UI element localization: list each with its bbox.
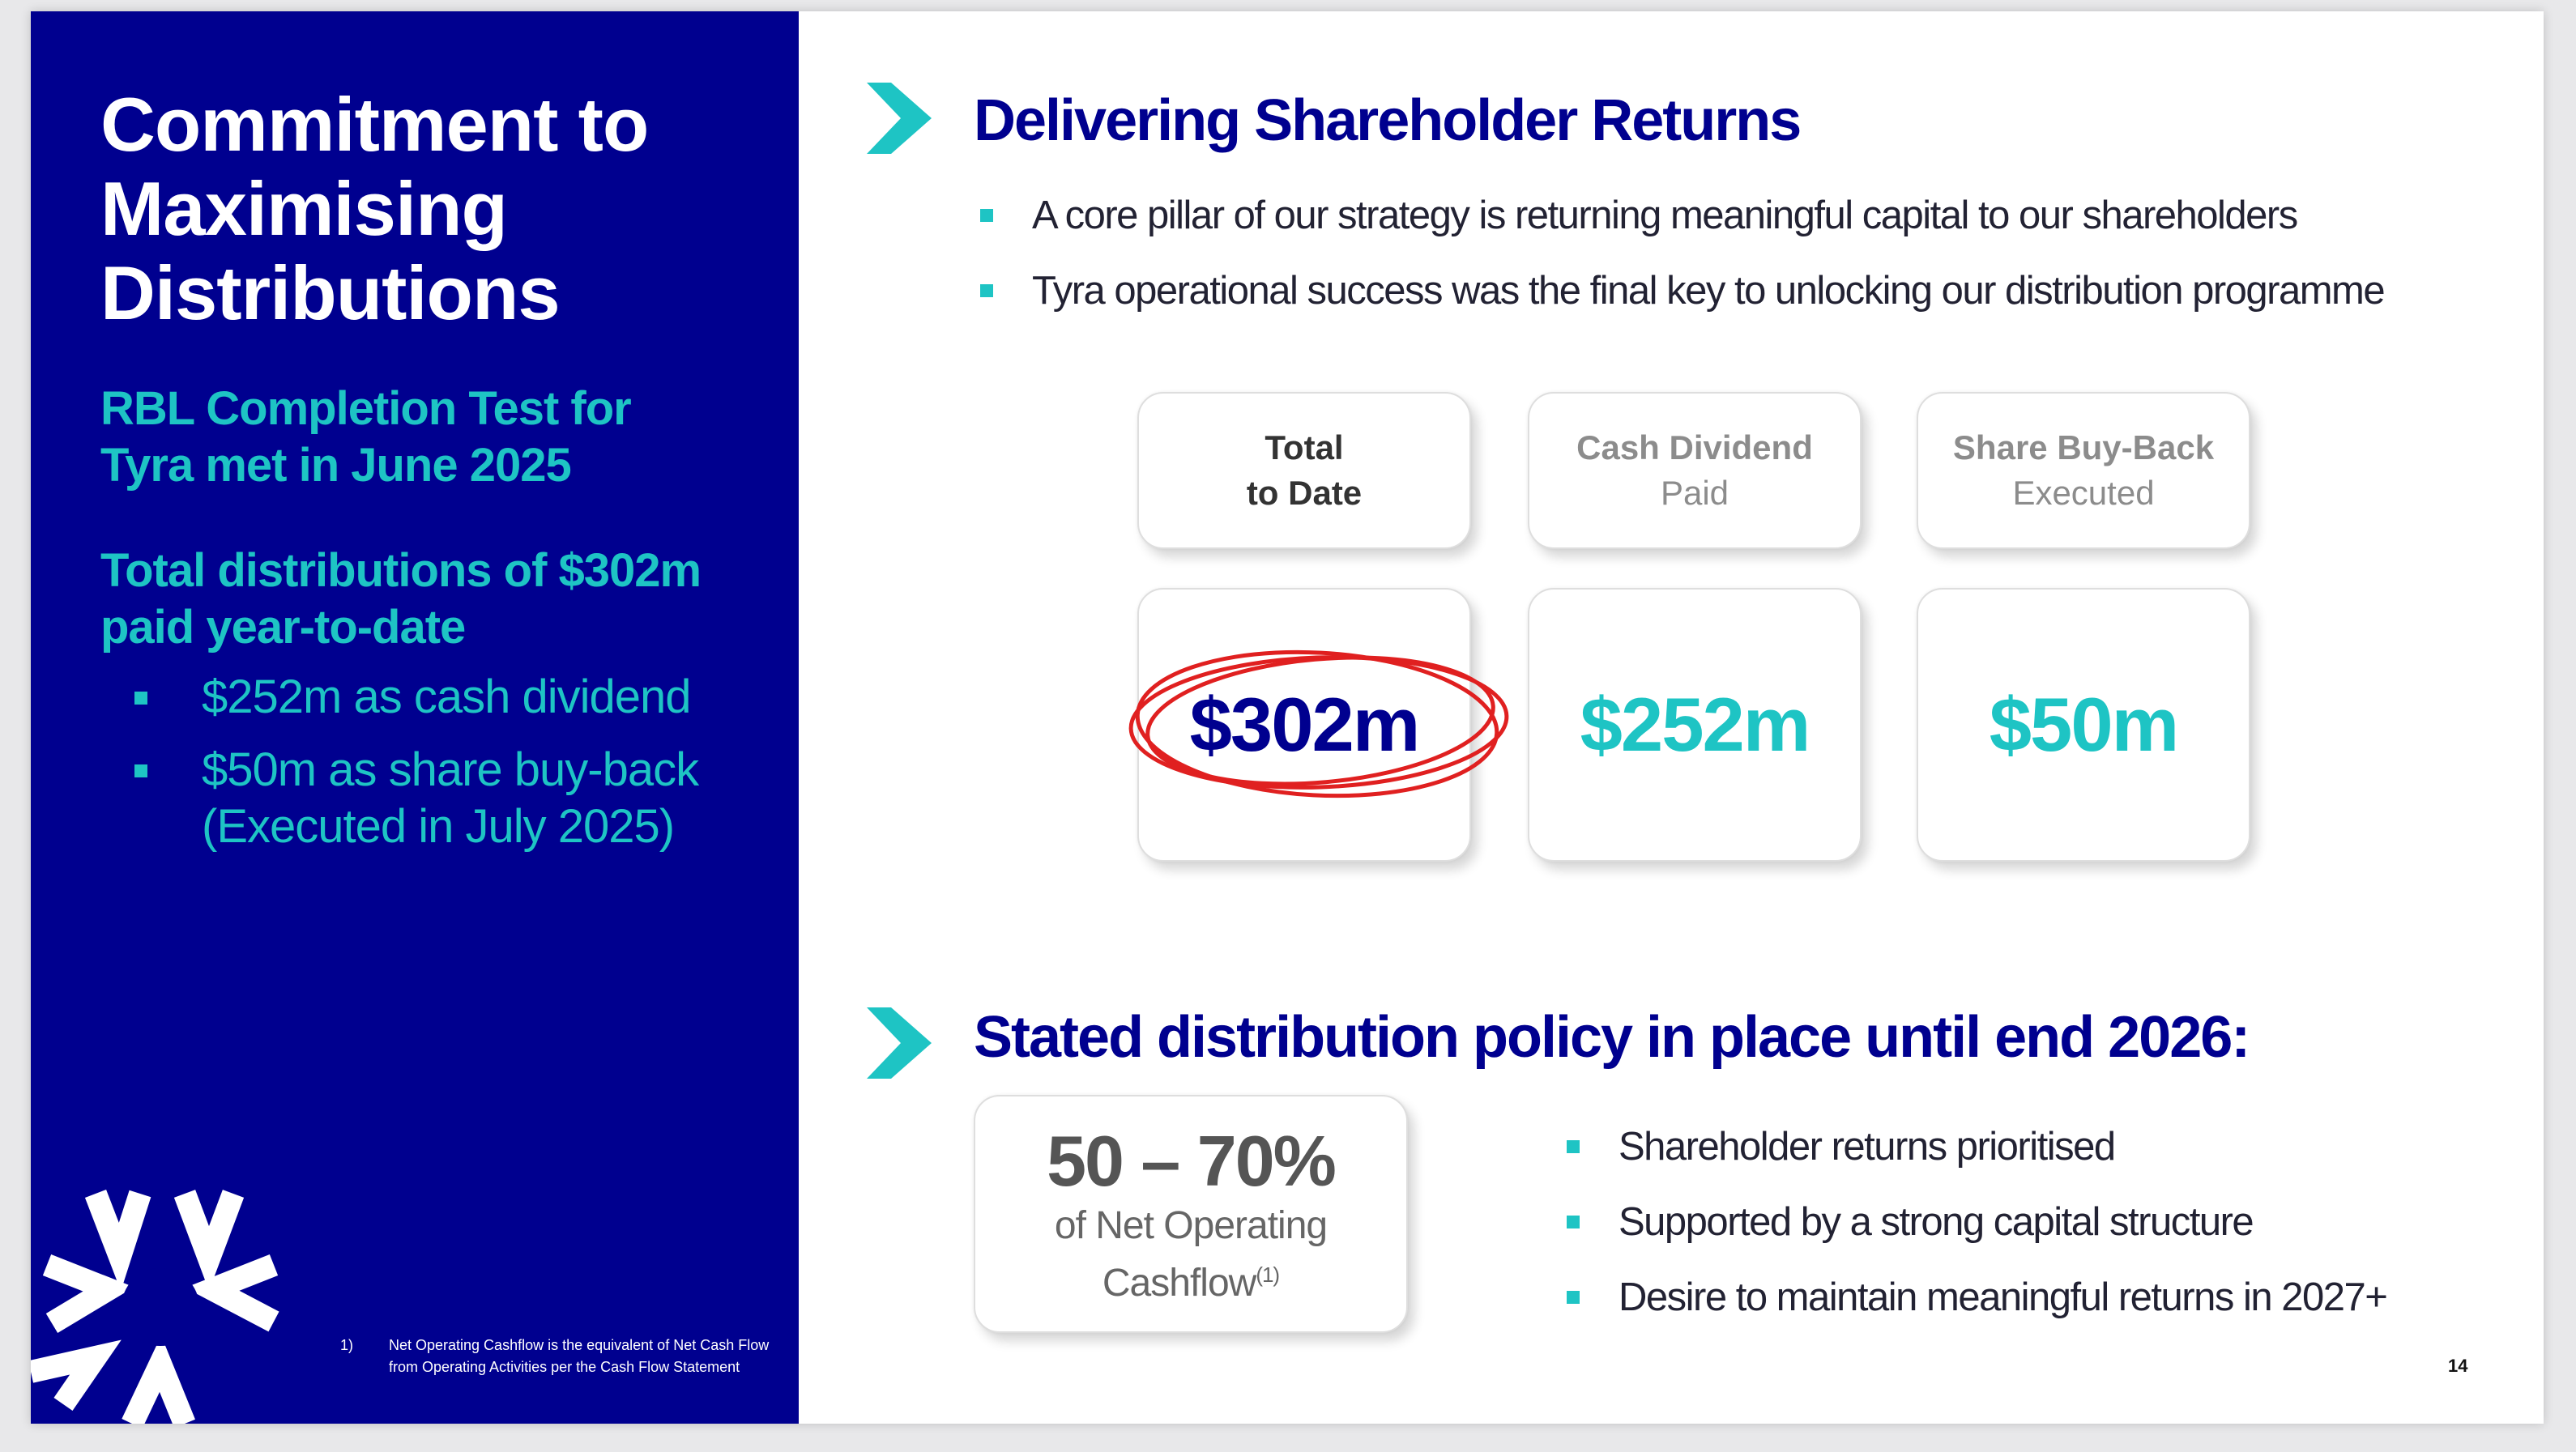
card-label-bottom: Executed [2012, 474, 2155, 512]
cash-dividend-value: $252m [1580, 682, 1811, 767]
policy-bullets: Shareholder returns prioritised Supporte… [1560, 1109, 2388, 1335]
chevron-right-icon [867, 83, 932, 154]
footnote-text: Net Operating Cashflow is the equivalent… [389, 1337, 770, 1375]
card-label-bottom: Paid [1660, 474, 1729, 512]
list-item: Shareholder returns prioritised [1560, 1109, 2386, 1185]
cash-dividend-label-card: Cash Dividend Paid [1528, 392, 1862, 549]
share-buyback-label-card: Share Buy-Back Executed [1917, 392, 2250, 549]
list-item: $252m as cash dividend [100, 669, 781, 726]
page-number: 14 [2448, 1356, 2468, 1376]
list-item: Supported by a strong capital structure [1560, 1185, 2386, 1260]
total-to-date-value: $302m [1189, 682, 1421, 767]
section-title-delivering-returns: Delivering Shareholder Returns [974, 88, 1802, 153]
footnote-reference: (1) [1256, 1262, 1280, 1287]
chevron-right-icon [867, 1007, 932, 1079]
starburst-logo-icon [31, 1189, 279, 1424]
card-label-bottom: to Date [1246, 474, 1363, 512]
slide: Commitment to Maximising Distributions R… [31, 11, 2544, 1424]
list-item: Desire to maintain meaningful returns in… [1560, 1260, 2388, 1335]
card-label-top: Total [1265, 428, 1344, 466]
list-item: $50m as share buy-back (Executed in July … [100, 742, 781, 855]
list-item: A core pillar of our strategy is returni… [974, 178, 2384, 253]
card-label-top: Cash Dividend [1576, 428, 1813, 466]
list-item: Tyra operational success was the final k… [974, 253, 2386, 329]
footnote-number: 1) [340, 1337, 354, 1353]
shareholder-returns-bullets: A core pillar of our strategy is returni… [974, 178, 2386, 329]
cash-dividend-value-card: $252m [1528, 588, 1862, 862]
policy-range-card: 50 – 70% of Net Operating Cashflow(1) [974, 1095, 1408, 1333]
section-title-distribution-policy: Stated distribution policy in place unti… [974, 1005, 2250, 1070]
card-label-top: Share Buy-Back [1952, 428, 2215, 466]
share-buyback-value: $50m [1989, 682, 2179, 767]
policy-range: 50 – 70% [1047, 1120, 1337, 1201]
total-to-date-value-card: $302m [1137, 588, 1471, 862]
total-to-date-label-card: Total to Date [1137, 392, 1471, 549]
left-panel: Commitment to Maximising Distributions R… [31, 11, 799, 1424]
policy-description-line2: Cashflow(1) [1102, 1261, 1280, 1305]
policy-description-line1: of Net Operating [1054, 1203, 1328, 1247]
rbl-completion-heading: RBL Completion Test for Tyra met in June… [100, 382, 632, 492]
total-distributions-heading: Total distributions of $302m paid year-t… [100, 544, 702, 654]
share-buyback-value-card: $50m [1917, 588, 2250, 862]
main-title: Commitment to Maximising Distributions [100, 82, 649, 335]
distribution-breakdown-list: $252m as cash dividend $50m as share buy… [100, 669, 781, 871]
